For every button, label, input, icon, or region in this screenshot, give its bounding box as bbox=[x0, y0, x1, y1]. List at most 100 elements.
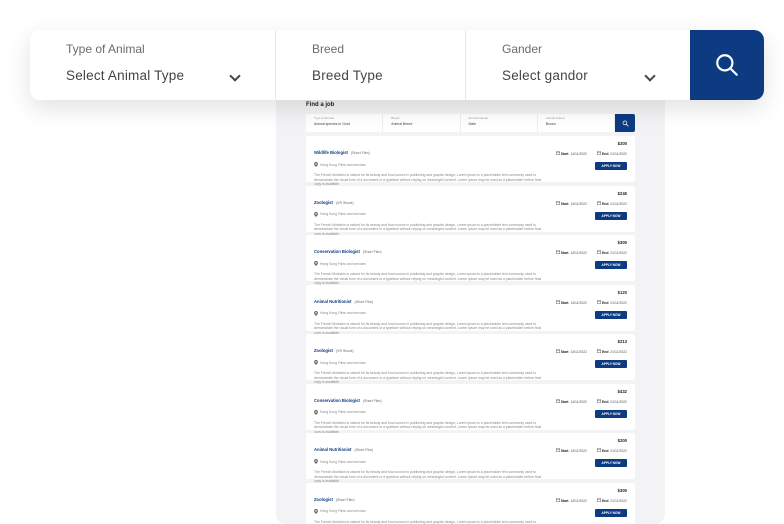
job-location-text: Hong Kong Films and services bbox=[320, 509, 366, 513]
search-button[interactable] bbox=[690, 30, 764, 100]
calendar-icon bbox=[555, 349, 560, 353]
job-heading: Zoologist (VR Shoot) bbox=[314, 191, 627, 209]
mini-filter-value: Animal Breed bbox=[391, 122, 413, 126]
mini-filter-bar: Type of Animal Animal species in Gord Br… bbox=[306, 114, 635, 132]
job-description: The French Moleskin is valued for its be… bbox=[314, 272, 542, 286]
calendar-icon bbox=[555, 497, 560, 502]
job-title[interactable]: Animal Nutritionist bbox=[314, 447, 351, 452]
job-description: The French Moleskin is valued for its be… bbox=[314, 173, 542, 187]
start-date: Start: 14/11/2022 bbox=[555, 497, 587, 503]
search-icon bbox=[716, 54, 738, 76]
animal-type-select[interactable]: Type of Animal Select Animal Type bbox=[30, 30, 276, 100]
apply-now-button[interactable]: APPLY NOW bbox=[595, 508, 627, 517]
end-date: End: 21/11/2022 bbox=[597, 151, 627, 156]
job-description: The French Moleskin is valued for its be… bbox=[314, 470, 542, 484]
gender-select[interactable]: Gander Select gandor bbox=[466, 30, 690, 100]
apply-now-button[interactable]: APPLY NOW bbox=[595, 360, 627, 368]
location-pin-icon bbox=[314, 360, 318, 365]
start-label: Start bbox=[560, 201, 569, 206]
end-label: End bbox=[601, 350, 609, 354]
end-date: End: 21/11/2022 bbox=[597, 200, 627, 206]
job-location: Hong Kong Films and services bbox=[314, 360, 627, 365]
job-location-text: Hong Kong Films and services bbox=[320, 212, 366, 216]
job-heading: Zoologist (VR Shoot) bbox=[314, 339, 627, 357]
job-location-text: Hong Kong Films and services bbox=[320, 261, 366, 266]
calendar-icon bbox=[597, 349, 602, 353]
apply-now-button[interactable]: APPLY NOW bbox=[595, 261, 627, 269]
mini-filter-colour[interactable]: Animal Colour Brown bbox=[538, 114, 615, 132]
start-value: 14/11/2022 bbox=[570, 449, 588, 453]
panel-title: Find a job bbox=[306, 102, 335, 108]
job-type: (Short Film) bbox=[335, 497, 355, 502]
job-heading: Animal Nutritionist (Short Film) bbox=[314, 290, 627, 308]
calendar-icon bbox=[597, 250, 602, 254]
end-date: End: 21/11/2022 bbox=[597, 250, 627, 255]
mini-filter-breed[interactable]: Breed Animal Breed bbox=[383, 114, 461, 132]
job-price: $213 bbox=[617, 339, 627, 344]
start-value: 14/11/2022 bbox=[570, 152, 588, 156]
mini-filter-gender[interactable]: Animal Gender Male bbox=[461, 114, 538, 132]
job-type: (VR Shoot) bbox=[335, 200, 354, 205]
job-card: Zoologist (Short Film) Hong Kong Films an… bbox=[306, 482, 635, 524]
job-type: (Short Film) bbox=[362, 250, 382, 254]
job-heading: Conservation Biologist (Short Film) bbox=[314, 389, 627, 407]
job-dates: Start: 14/11/2022 End: 21/11/2022 bbox=[555, 398, 627, 404]
mini-filter-value: Male bbox=[468, 122, 477, 126]
job-title[interactable]: Zoologist bbox=[314, 200, 333, 205]
job-location: Hong Kong Films and services bbox=[314, 459, 627, 464]
job-description: The French Moleskin is valued for its be… bbox=[314, 519, 537, 524]
mini-filter-value: Animal species in Gord bbox=[314, 122, 350, 126]
job-heading: Wildlife Biologist (Short Film) bbox=[314, 141, 627, 159]
apply-now-button[interactable]: APPLY NOW bbox=[595, 409, 627, 418]
end-label: End bbox=[601, 201, 609, 206]
start-label: Start bbox=[560, 300, 569, 305]
apply-now-button[interactable]: APPLY NOW bbox=[595, 211, 627, 220]
end-date: End: 21/11/2022 bbox=[597, 448, 627, 453]
apply-now-button[interactable]: APPLY NOW bbox=[595, 162, 627, 170]
job-title[interactable]: Zoologist bbox=[314, 497, 333, 502]
mini-search-button[interactable] bbox=[615, 114, 635, 132]
end-date: End: 21/11/2022 bbox=[597, 398, 627, 404]
end-date: End: 21/11/2022 bbox=[597, 497, 627, 503]
start-date: Start: 14/11/2022 bbox=[555, 448, 588, 453]
job-price: $300 bbox=[617, 240, 627, 245]
mini-filter-type[interactable]: Type of Animal Animal species in Gord bbox=[306, 114, 384, 132]
job-title[interactable]: Conservation Biologist bbox=[314, 249, 360, 254]
start-label: Start bbox=[560, 152, 569, 156]
end-label: End bbox=[601, 498, 609, 503]
calendar-icon bbox=[555, 448, 560, 452]
job-title[interactable]: Wildlife Biologist bbox=[314, 150, 348, 155]
start-label: Start bbox=[560, 251, 569, 255]
job-title[interactable]: Zoologist bbox=[314, 348, 333, 353]
location-pin-icon bbox=[314, 459, 318, 464]
location-pin-icon bbox=[314, 211, 318, 217]
start-date: Start: 14/11/2022 bbox=[555, 349, 587, 354]
mini-filter-label: Animal Colour bbox=[545, 116, 565, 120]
job-heading: Zoologist (Short Film) bbox=[314, 488, 627, 506]
apply-now-button[interactable]: APPLY NOW bbox=[595, 310, 627, 319]
job-location: Hong Kong Films and services bbox=[314, 211, 627, 217]
end-value: 21/11/2022 bbox=[610, 201, 627, 206]
filter-bar: Type of Animal Select Animal Type Breed … bbox=[30, 30, 764, 100]
start-value: 14/11/2022 bbox=[570, 251, 588, 255]
gender-value: Select gandor bbox=[502, 68, 588, 83]
job-title[interactable]: Animal Nutritionist bbox=[314, 299, 351, 304]
job-title[interactable]: Conservation Biologist bbox=[314, 398, 360, 403]
job-description: The French Moleskin is valued for its be… bbox=[314, 371, 542, 385]
location-pin-icon bbox=[314, 409, 318, 415]
calendar-icon bbox=[597, 299, 602, 304]
job-price: $245 bbox=[617, 190, 627, 196]
calendar-icon bbox=[555, 151, 560, 155]
calendar-icon bbox=[555, 200, 560, 205]
job-dates: Start: 14/11/2022 End: 21/11/2022 bbox=[555, 448, 627, 453]
end-value: 21/11/2022 bbox=[610, 251, 627, 255]
breed-select[interactable]: Breed Breed Type bbox=[276, 30, 466, 100]
calendar-icon bbox=[597, 151, 602, 155]
job-dates: Start: 14/11/2022 End: 21/11/2022 bbox=[555, 200, 627, 206]
search-icon bbox=[622, 120, 628, 126]
job-location: Hong Kong Films and services bbox=[314, 508, 627, 514]
start-date: Start: 14/11/2022 bbox=[555, 151, 588, 156]
job-card: Wildlife Biologist (Short Film) Hong Kong… bbox=[306, 136, 635, 186]
job-type: (Short Film) bbox=[350, 151, 370, 155]
apply-now-button[interactable]: APPLY NOW bbox=[595, 459, 627, 467]
